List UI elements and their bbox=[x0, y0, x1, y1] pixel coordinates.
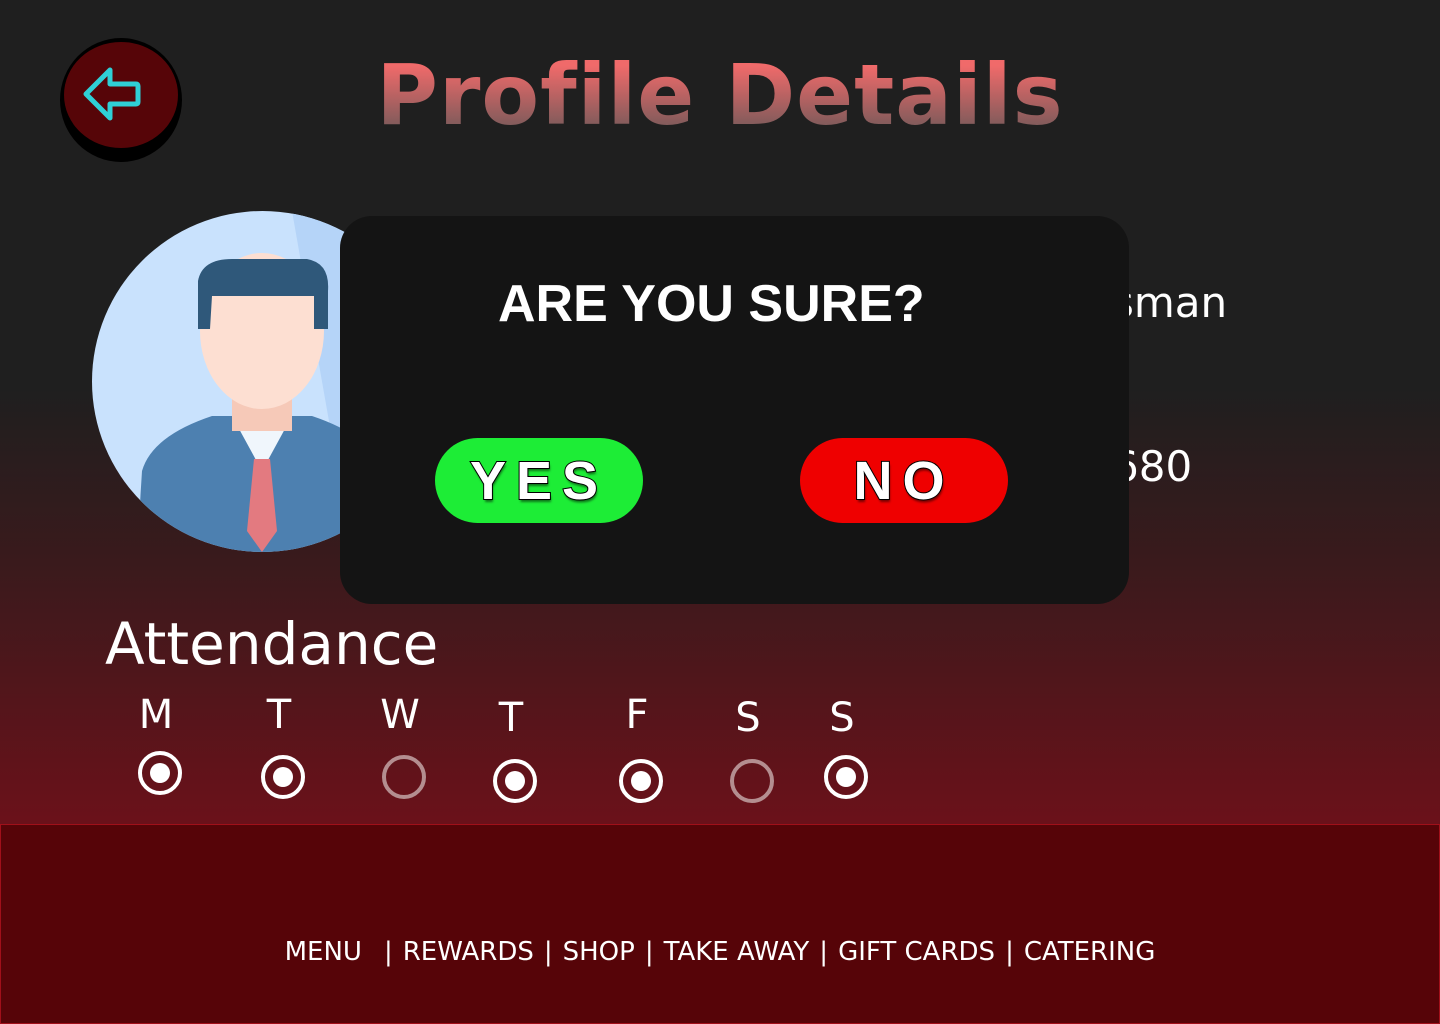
confirm-dialog: ARE YOU SURE? YES NO bbox=[340, 216, 1129, 604]
dialog-question: ARE YOU SURE? bbox=[498, 275, 925, 333]
day-label: S bbox=[829, 695, 855, 741]
day-radio[interactable] bbox=[730, 759, 774, 803]
nav-separator: | bbox=[819, 937, 829, 967]
day-radio[interactable] bbox=[824, 755, 868, 799]
nav-link-catering[interactable]: CATERING bbox=[1024, 937, 1156, 967]
footer: MENU | REWARDS | SHOP | TAKE AWAY | GIFT CARDS | C… bbox=[0, 824, 1440, 1024]
nav-link-gift-cards[interactable]: GIFT CARDS bbox=[838, 937, 995, 967]
nav-link-take-away[interactable]: TAKE AWAY bbox=[664, 937, 810, 967]
nav-link-shop[interactable]: SHOP bbox=[563, 937, 635, 967]
day-radio[interactable] bbox=[382, 755, 426, 799]
day-radio[interactable] bbox=[138, 751, 182, 795]
day-label: S bbox=[735, 695, 761, 741]
day-radio[interactable] bbox=[619, 759, 663, 803]
day-label: W bbox=[380, 692, 420, 738]
day-label: T bbox=[498, 695, 524, 741]
footer-nav: MENU | REWARDS | SHOP | TAKE AWAY | GIFT CARDS | C… bbox=[1, 937, 1439, 967]
nav-separator: | bbox=[644, 937, 654, 967]
nav-separator: | bbox=[543, 937, 553, 967]
yes-button[interactable]: YES bbox=[435, 438, 643, 523]
page-title: Profile Details bbox=[0, 46, 1440, 144]
attendance-title: Attendance bbox=[105, 610, 439, 678]
day-radio[interactable] bbox=[261, 755, 305, 799]
profile-name: sman bbox=[1112, 278, 1228, 327]
no-button[interactable]: NO bbox=[800, 438, 1008, 523]
nav-separator: | bbox=[1005, 937, 1014, 967]
nav-link-menu[interactable]: MENU bbox=[285, 937, 362, 967]
day-label: M bbox=[138, 692, 174, 738]
day-label: T bbox=[266, 692, 292, 738]
nav-link-rewards[interactable]: REWARDS bbox=[403, 937, 534, 967]
day-label: F bbox=[625, 692, 649, 738]
nav-separator: | bbox=[383, 937, 393, 967]
day-radio[interactable] bbox=[493, 759, 537, 803]
